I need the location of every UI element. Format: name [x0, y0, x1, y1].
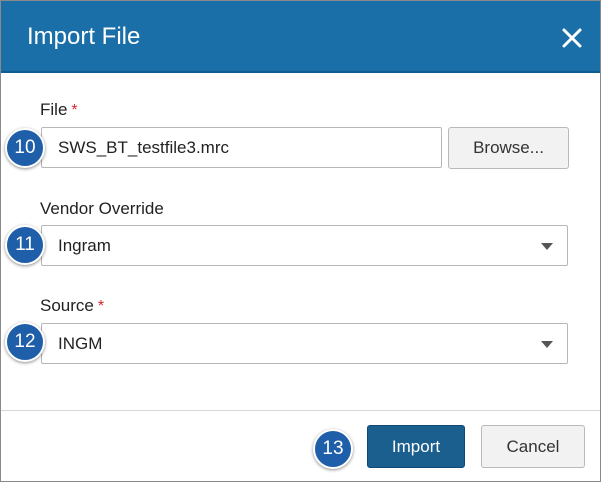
vendor-override-value: Ingram [58, 236, 111, 255]
vendor-override-label: Vendor Override [40, 199, 164, 218]
callout-badge: 10 [5, 128, 45, 168]
callout-badge: 12 [5, 322, 45, 362]
dialog-header: Import File [1, 1, 600, 73]
footer-divider [1, 410, 600, 411]
import-file-dialog: Import File File * SWS_BT_testfile3.mrc B… [0, 0, 601, 482]
browse-button[interactable]: Browse... [448, 127, 569, 169]
required-asterisk-icon: * [71, 102, 78, 119]
source-value: INGM [58, 334, 103, 353]
file-path-value: SWS_BT_testfile3.mrc [58, 138, 229, 157]
file-label-text: File [40, 100, 68, 119]
dialog-title: Import File [27, 23, 141, 50]
source-select[interactable]: INGM [41, 323, 568, 364]
dropdown-caret-icon [541, 341, 553, 348]
file-label: File * [40, 100, 78, 121]
required-asterisk-icon: * [97, 298, 105, 315]
vendor-override-select[interactable]: Ingram [41, 225, 568, 266]
source-label-text: Source [40, 296, 94, 315]
callout-badge: 11 [5, 225, 45, 265]
dropdown-caret-icon [541, 243, 553, 250]
import-button[interactable]: Import [367, 425, 465, 468]
source-label: Source * [40, 296, 104, 317]
close-icon[interactable] [557, 23, 587, 53]
callout-badge: 13 [313, 429, 353, 469]
cancel-button[interactable]: Cancel [481, 425, 585, 468]
file-path-input[interactable]: SWS_BT_testfile3.mrc [41, 127, 442, 168]
